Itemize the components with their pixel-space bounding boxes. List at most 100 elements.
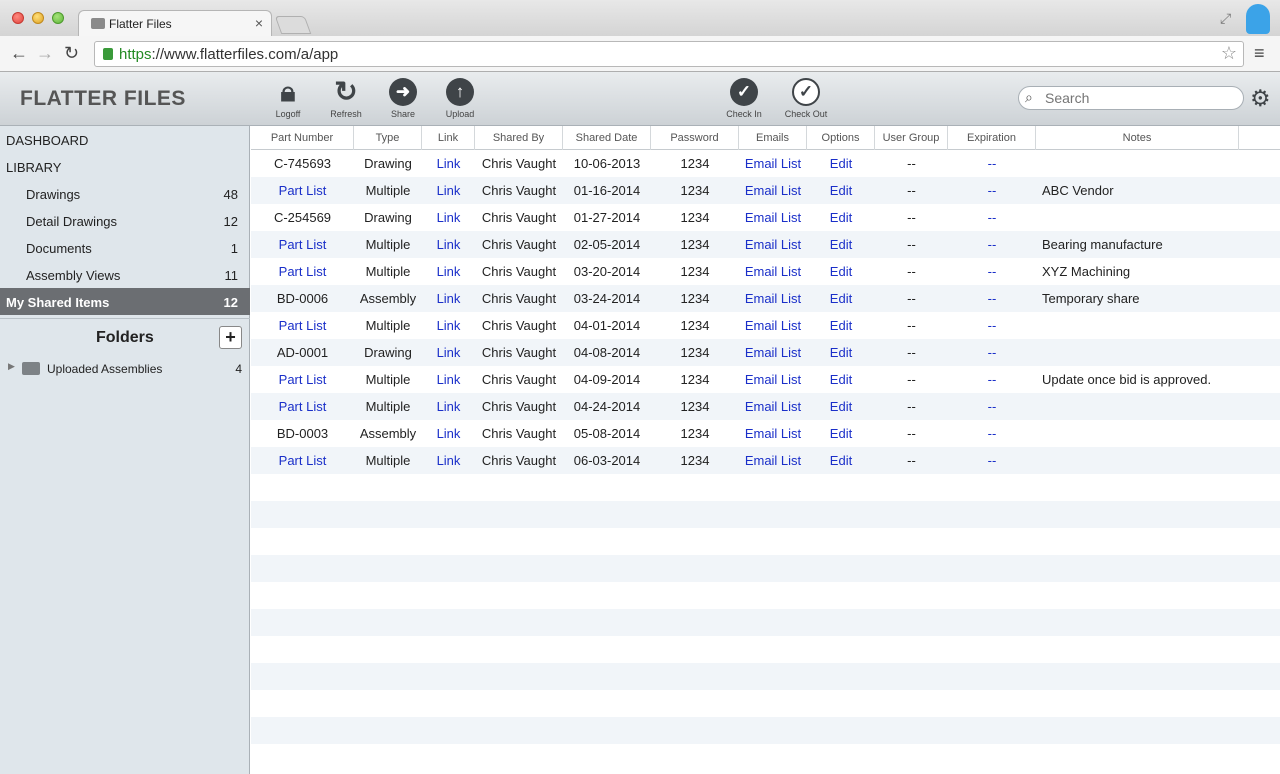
logoff-button[interactable]: 🔒︎ Logoff xyxy=(263,78,313,120)
close-window-button[interactable] xyxy=(12,12,24,24)
link-cell[interactable]: Link xyxy=(422,447,475,474)
expiration-link[interactable]: -- xyxy=(948,393,1036,420)
column-header[interactable]: Options xyxy=(807,126,875,150)
table-row[interactable]: Part List Multiple Link Chris Vaught 03-20-2… xyxy=(251,258,1280,285)
browser-tab[interactable]: Flatter Files × xyxy=(78,10,272,36)
link-cell[interactable]: Link xyxy=(422,312,475,339)
minimize-window-button[interactable] xyxy=(32,12,44,24)
table-row[interactable]: AD-0001 Drawing Link Chris Vaught 04-08-2014… xyxy=(251,339,1280,366)
edit-link[interactable]: Edit xyxy=(807,285,875,312)
sidebar-item-detail-drawings[interactable]: Detail Drawings 12 xyxy=(0,207,250,234)
part-list-link[interactable]: Part List xyxy=(251,231,354,258)
gear-icon[interactable]: ⚙ xyxy=(1250,86,1271,110)
expiration-link[interactable]: -- xyxy=(948,312,1036,339)
expiration-link[interactable]: -- xyxy=(948,258,1036,285)
link-cell[interactable]: Link xyxy=(422,177,475,204)
sidebar-item-drawings[interactable]: Drawings 48 xyxy=(0,180,250,207)
share-button[interactable]: ➜ Share xyxy=(378,78,428,119)
refresh-button[interactable]: ↻ Refresh xyxy=(321,78,371,120)
part-list-link[interactable]: Part List xyxy=(251,258,354,285)
link-cell[interactable]: Link xyxy=(422,150,475,177)
email-list-link[interactable]: Email List xyxy=(739,285,807,312)
new-tab-button[interactable] xyxy=(274,16,312,34)
edit-link[interactable]: Edit xyxy=(807,150,875,177)
forward-arrow-icon[interactable]: → xyxy=(36,43,54,64)
zoom-window-button[interactable] xyxy=(52,12,64,24)
back-arrow-icon[interactable]: ← xyxy=(10,43,28,64)
link-cell[interactable]: Link xyxy=(422,339,475,366)
email-list-link[interactable]: Email List xyxy=(739,339,807,366)
email-list-link[interactable]: Email List xyxy=(739,393,807,420)
edit-link[interactable]: Edit xyxy=(807,366,875,393)
expiration-link[interactable]: -- xyxy=(948,231,1036,258)
table-row[interactable]: BD-0006 Assembly Link Chris Vaught 03-24-201… xyxy=(251,285,1280,312)
disclosure-triangle-icon[interactable]: ▶ xyxy=(8,361,15,372)
email-list-link[interactable]: Email List xyxy=(739,447,807,474)
close-tab-icon[interactable]: × xyxy=(255,15,263,31)
edit-link[interactable]: Edit xyxy=(807,312,875,339)
email-list-link[interactable]: Email List xyxy=(739,177,807,204)
fullscreen-icon[interactable]: ⤢ xyxy=(1220,10,1231,27)
edit-link[interactable]: Edit xyxy=(807,204,875,231)
check-in-button[interactable]: ✓ Check In xyxy=(719,78,769,119)
table-row[interactable]: Part List Multiple Link Chris Vaught 02-05-2… xyxy=(251,231,1280,258)
folder-item-uploaded-assemblies[interactable]: ▶ Uploaded Assemblies 4 xyxy=(0,358,250,380)
link-cell[interactable]: Link xyxy=(422,231,475,258)
search-box[interactable]: ⌕ xyxy=(1018,86,1244,110)
link-cell[interactable]: Link xyxy=(422,420,475,447)
expiration-link[interactable]: -- xyxy=(948,420,1036,447)
expiration-link[interactable]: -- xyxy=(948,366,1036,393)
email-list-link[interactable]: Email List xyxy=(739,231,807,258)
column-header[interactable]: Type xyxy=(354,126,422,150)
table-row[interactable]: BD-0003 Assembly Link Chris Vaught 05-08-201… xyxy=(251,420,1280,447)
expiration-link[interactable]: -- xyxy=(948,285,1036,312)
email-list-link[interactable]: Email List xyxy=(739,204,807,231)
hamburger-menu-icon[interactable]: ≡ xyxy=(1254,43,1265,64)
column-header[interactable]: Expiration xyxy=(948,126,1036,150)
address-bar[interactable]: https://www.flatterfiles.com/a/app ☆ xyxy=(94,41,1244,67)
edit-link[interactable]: Edit xyxy=(807,231,875,258)
edit-link[interactable]: Edit xyxy=(807,177,875,204)
expiration-link[interactable]: -- xyxy=(948,204,1036,231)
link-cell[interactable]: Link xyxy=(422,285,475,312)
part-list-link[interactable]: Part List xyxy=(251,393,354,420)
email-list-link[interactable]: Email List xyxy=(739,258,807,285)
link-cell[interactable]: Link xyxy=(422,258,475,285)
table-row[interactable]: Part List Multiple Link Chris Vaught 04-09-2… xyxy=(251,366,1280,393)
edit-link[interactable]: Edit xyxy=(807,339,875,366)
expiration-link[interactable]: -- xyxy=(948,339,1036,366)
column-header[interactable]: Password xyxy=(651,126,739,150)
sidebar-item-library[interactable]: LIBRARY xyxy=(0,153,250,180)
link-cell[interactable]: Link xyxy=(422,366,475,393)
expiration-link[interactable]: -- xyxy=(948,150,1036,177)
link-cell[interactable]: Link xyxy=(422,204,475,231)
sidebar-item-documents[interactable]: Documents 1 xyxy=(0,234,250,261)
column-header[interactable]: Part Number xyxy=(251,126,354,150)
table-row[interactable]: Part List Multiple Link Chris Vaught 04-24-2… xyxy=(251,393,1280,420)
column-header[interactable]: Emails xyxy=(739,126,807,150)
column-header[interactable]: User Group xyxy=(875,126,948,150)
edit-link[interactable]: Edit xyxy=(807,393,875,420)
column-header[interactable]: Link xyxy=(422,126,475,150)
email-list-link[interactable]: Email List xyxy=(739,366,807,393)
edit-link[interactable]: Edit xyxy=(807,420,875,447)
email-list-link[interactable]: Email List xyxy=(739,420,807,447)
expiration-link[interactable]: -- xyxy=(948,447,1036,474)
link-cell[interactable]: Link xyxy=(422,393,475,420)
reload-icon[interactable]: ↻ xyxy=(64,43,79,64)
edit-link[interactable]: Edit xyxy=(807,258,875,285)
table-row[interactable]: Part List Multiple Link Chris Vaught 01-16-2… xyxy=(251,177,1280,204)
column-header[interactable]: Shared Date xyxy=(563,126,651,150)
part-list-link[interactable]: Part List xyxy=(251,366,354,393)
edit-link[interactable]: Edit xyxy=(807,447,875,474)
expiration-link[interactable]: -- xyxy=(948,177,1036,204)
sidebar-item-my-shared-items[interactable]: My Shared Items 12 xyxy=(0,288,250,315)
upload-button[interactable]: ↑ Upload xyxy=(435,78,485,119)
sidebar-item-assembly-views[interactable]: Assembly Views 11 xyxy=(0,261,250,288)
email-list-link[interactable]: Email List xyxy=(739,312,807,339)
part-list-link[interactable]: Part List xyxy=(251,447,354,474)
add-folder-button[interactable]: + xyxy=(219,326,242,349)
column-header[interactable]: Notes xyxy=(1036,126,1239,150)
part-list-link[interactable]: Part List xyxy=(251,312,354,339)
bookmark-star-icon[interactable]: ☆ xyxy=(1221,43,1237,64)
